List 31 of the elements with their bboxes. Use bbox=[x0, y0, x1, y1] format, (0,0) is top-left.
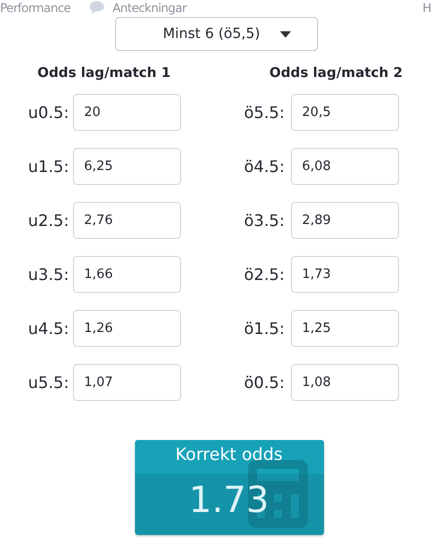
odds-input[interactable]: 2,76 bbox=[73, 202, 181, 238]
odds-label: u2.5: bbox=[28, 210, 70, 230]
odds-label: ö1.5: bbox=[244, 318, 286, 338]
odds-input[interactable]: 1,73 bbox=[291, 256, 399, 292]
odds-label: ö4.5: bbox=[244, 156, 286, 176]
odds-label: u0.5: bbox=[28, 102, 70, 122]
caret-icon bbox=[280, 31, 291, 38]
odds-label: ö2.5: bbox=[244, 264, 286, 284]
odds-input[interactable]: 1,66 bbox=[73, 256, 181, 292]
odds-input[interactable]: 1,08 bbox=[291, 364, 399, 400]
column-heading: Odds lag/match 2 bbox=[268, 65, 404, 83]
odds-label: u5.5: bbox=[28, 372, 70, 392]
odds-label: u4.5: bbox=[28, 318, 70, 338]
odds-label: ö5.5: bbox=[244, 102, 286, 122]
odds-input[interactable]: 1,25 bbox=[291, 310, 399, 346]
odds-input[interactable]: 20,5 bbox=[291, 94, 399, 130]
chat-icon[interactable] bbox=[88, 0, 105, 15]
odds-input[interactable]: 1,26 bbox=[73, 310, 181, 346]
odds-label: u3.5: bbox=[28, 264, 70, 284]
odds-input[interactable]: 6,08 bbox=[291, 148, 399, 184]
dropdown[interactable]: Minst 6 (ö5,5) bbox=[115, 17, 318, 51]
result-value: 1.73 bbox=[188, 480, 270, 521]
odds-input[interactable]: 1,07 bbox=[73, 364, 181, 400]
result-title: Korrekt odds bbox=[134, 440, 324, 474]
column-heading: Odds lag/match 1 bbox=[36, 65, 172, 83]
odds-label: u1.5: bbox=[28, 156, 70, 176]
odds-input[interactable]: 20 bbox=[73, 94, 181, 130]
odds-label: ö0.5: bbox=[244, 372, 286, 392]
odds-label: ö3.5: bbox=[244, 210, 286, 230]
odds-input[interactable]: 6,25 bbox=[73, 148, 181, 184]
odds-input[interactable]: 2,89 bbox=[291, 202, 399, 238]
